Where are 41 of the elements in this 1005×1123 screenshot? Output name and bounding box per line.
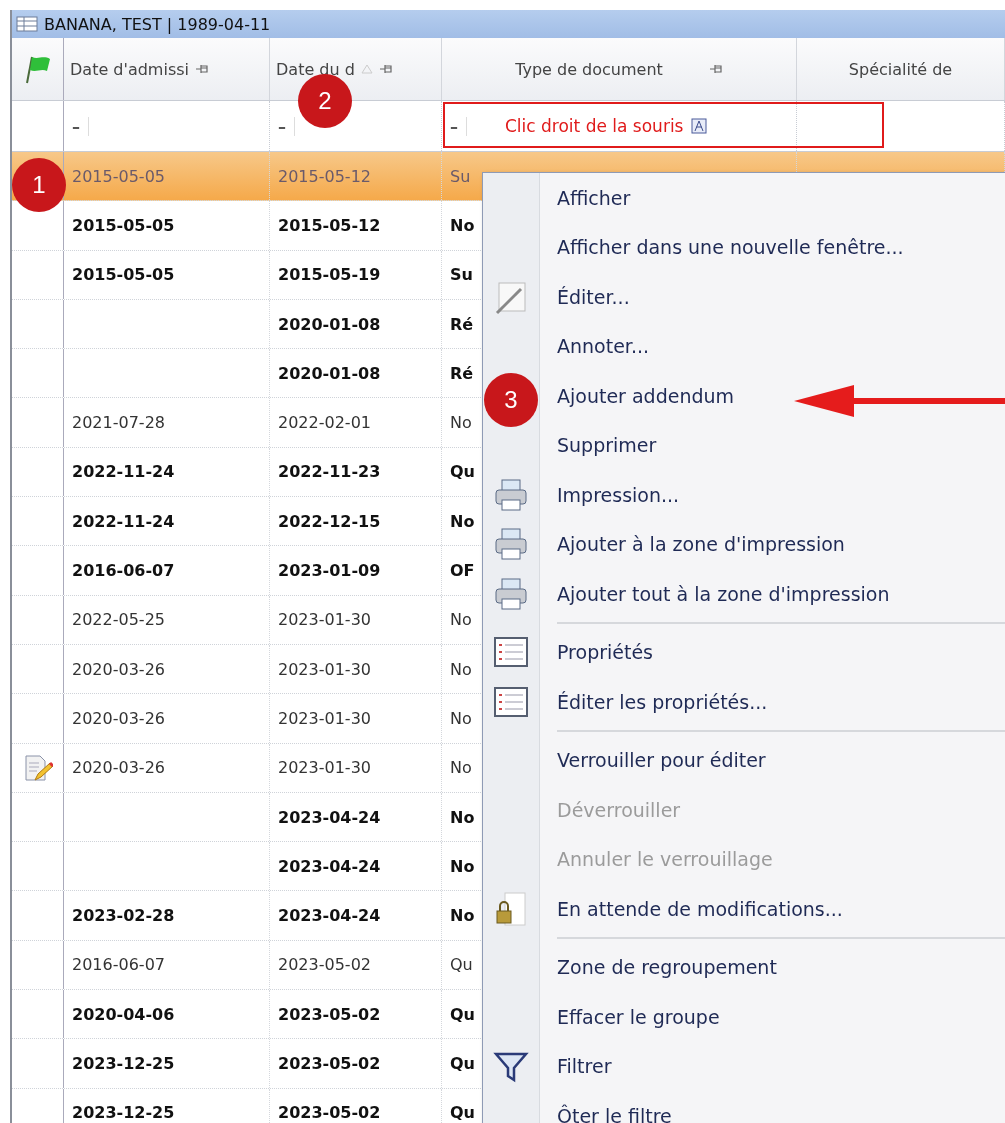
table-cell: 2015-05-05	[64, 201, 270, 250]
table-cell: 2023-01-30	[270, 644, 442, 694]
table-cell: 2020-04-06	[64, 990, 270, 1039]
table-cell: 2023-04-24	[270, 842, 442, 891]
table-cell: 2020-03-26	[64, 743, 270, 792]
table-cell: 2023-01-30	[270, 595, 442, 644]
table-cell: 2015-05-19	[270, 250, 442, 299]
table-cell: 2023-12-25	[64, 1088, 270, 1123]
table-cell: 2022-05-25	[64, 595, 270, 644]
column-title: Date d'admissi	[70, 59, 189, 79]
table-cell: 2023-04-24	[270, 891, 442, 940]
table-cell: 2020-03-26	[64, 694, 270, 743]
table-cell: 2023-01-30	[270, 694, 442, 743]
table-cell: 2015-05-12	[270, 201, 442, 250]
table-cell: 2023-05-02	[270, 1039, 442, 1088]
table-cell: 2022-11-24	[64, 497, 270, 546]
table-cell: 2020-01-08	[270, 349, 442, 398]
table-cell: 2020-03-26	[64, 644, 270, 694]
table-cell: 2022-02-01	[270, 398, 442, 447]
callout-text: Clic droit de la souris	[505, 116, 684, 136]
column-title: Spécialité de	[848, 59, 953, 79]
table-cell: 2023-05-02	[270, 940, 442, 990]
table-cell: 2023-01-30	[270, 743, 442, 792]
table-cell: 2022-11-23	[270, 447, 442, 497]
table-cell: 2020-01-08	[270, 299, 442, 349]
table-cell: 2016-06-07	[64, 546, 270, 595]
window-title: BANANA, TEST | 1989-04-11	[44, 14, 271, 34]
table-cell: 2021-07-28	[64, 398, 270, 447]
column-title: Type de document	[515, 59, 663, 79]
table-cell: 2023-12-25	[64, 1039, 270, 1088]
table-cell: 2023-01-09	[270, 546, 442, 595]
table-cell: 2015-05-12	[270, 152, 442, 201]
table-cell: 2023-05-02	[270, 1088, 442, 1123]
table-cell: 2023-04-24	[270, 792, 442, 842]
table-cell: 2023-05-02	[270, 990, 442, 1039]
table-cell: 2016-06-07	[64, 940, 270, 990]
table-cell: 2023-02-28	[64, 891, 270, 940]
step-badge: 2	[298, 74, 352, 128]
table-cell: 2022-11-24	[64, 447, 270, 497]
table-cell: 2015-05-05	[64, 250, 270, 299]
table-cell: 2022-12-15	[270, 497, 442, 546]
